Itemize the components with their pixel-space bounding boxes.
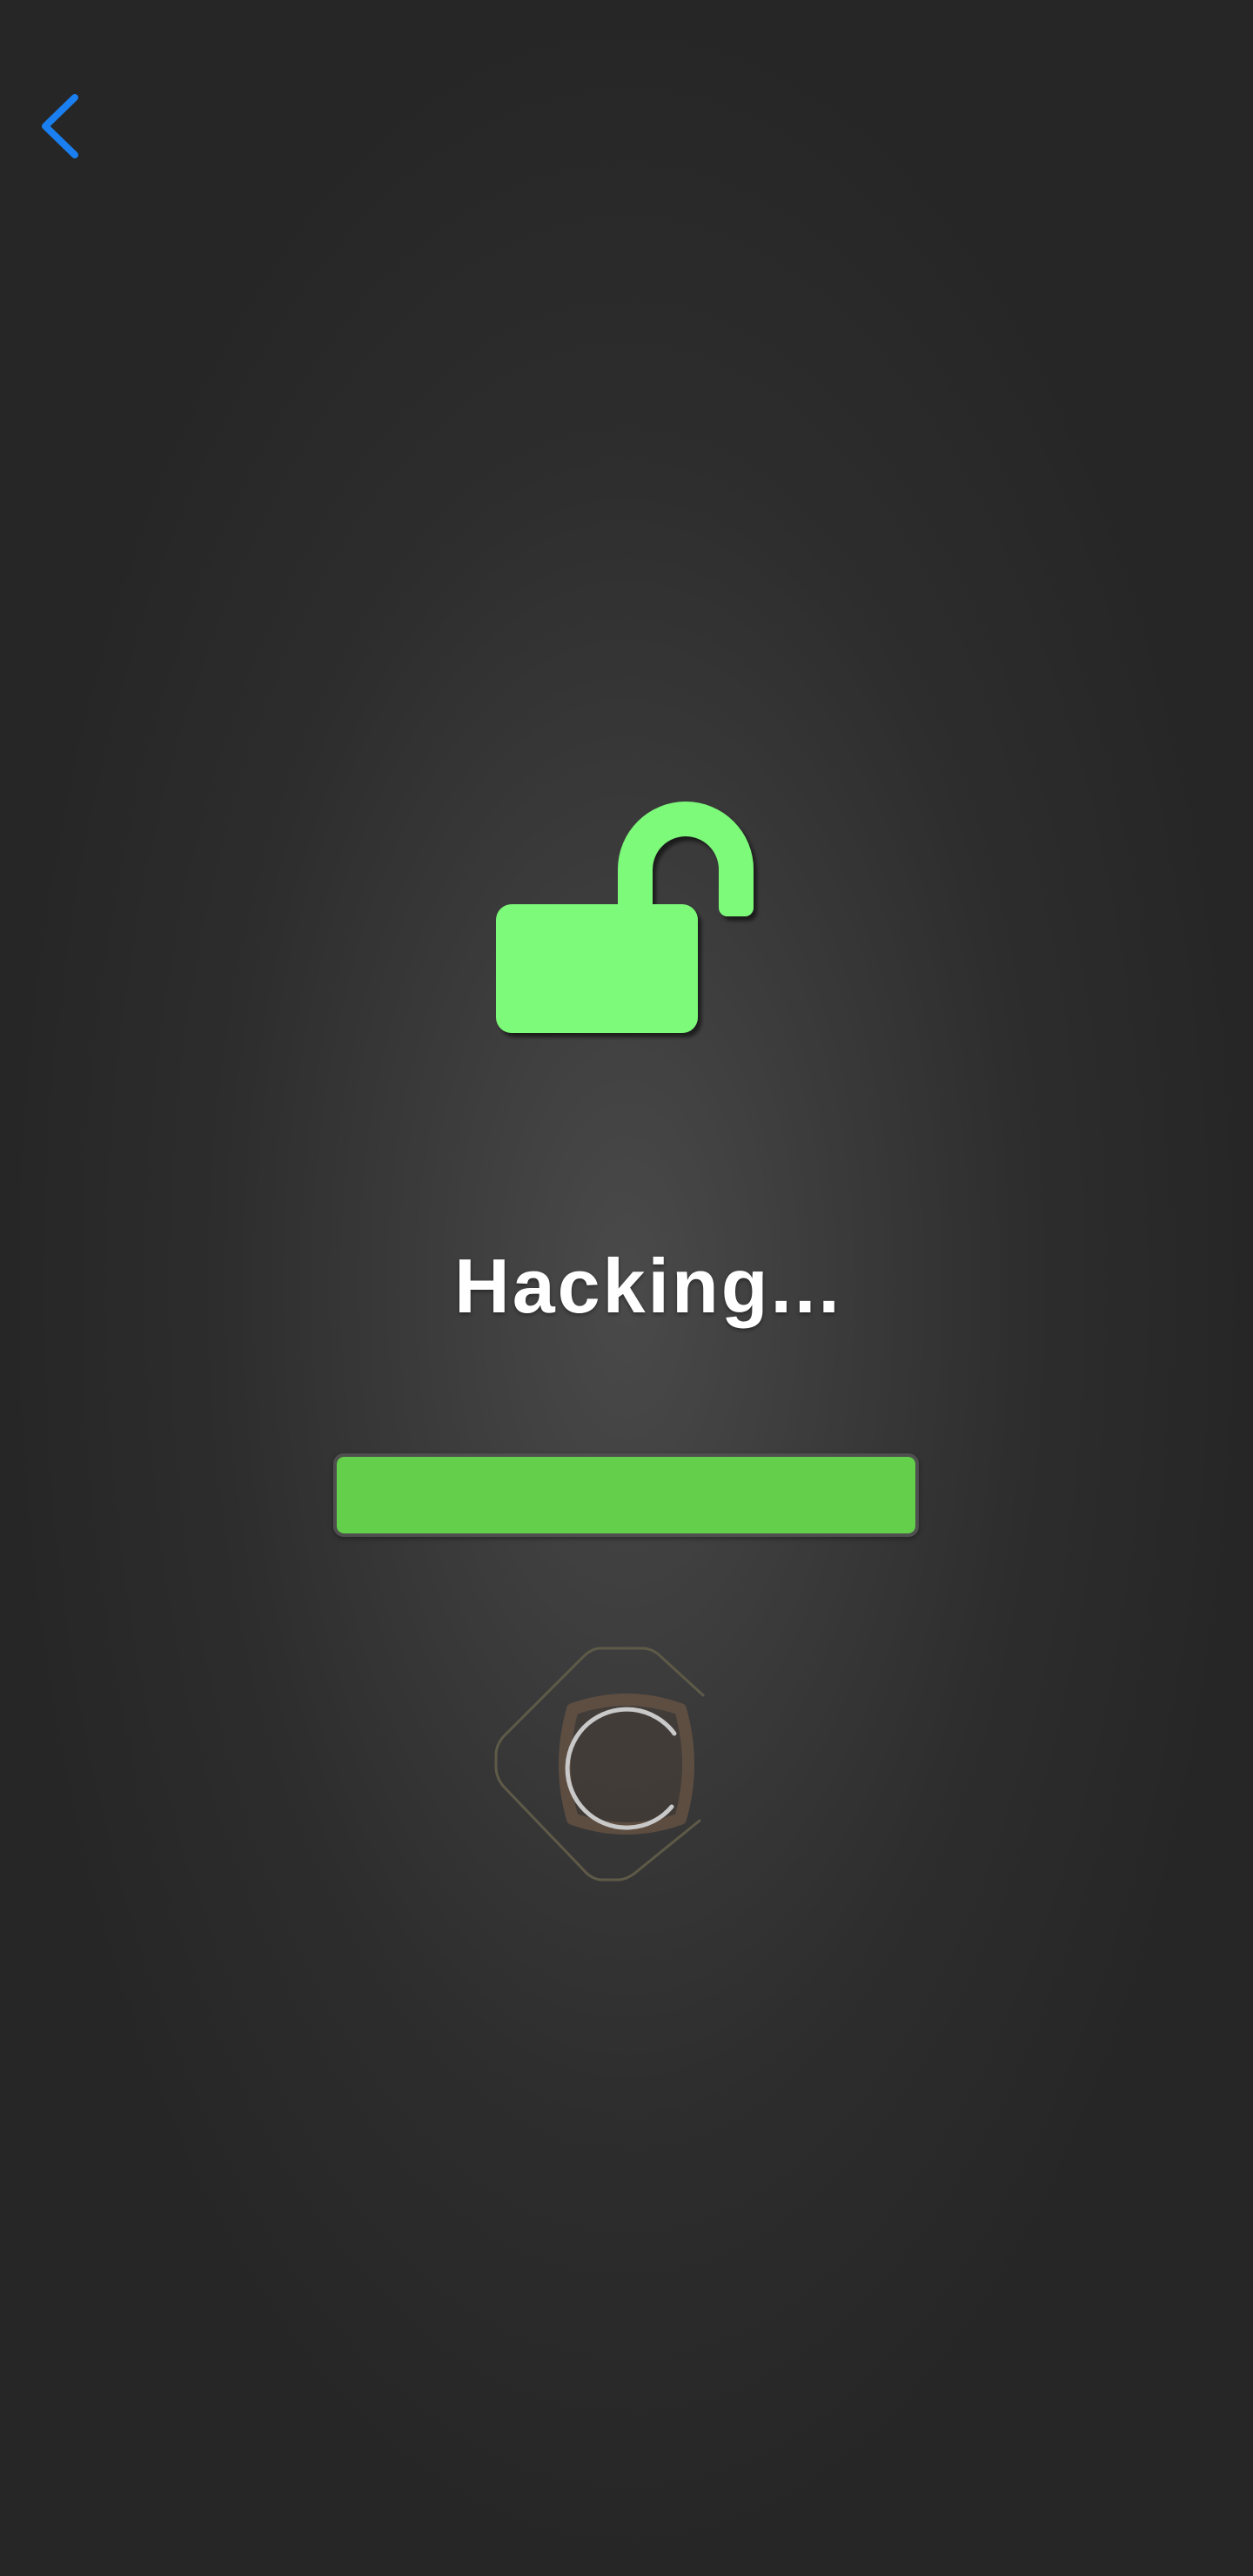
loading-spinner-icon [487, 1636, 766, 1915]
unlocked-padlock-icon [487, 796, 766, 1040]
back-button[interactable] [26, 83, 96, 170]
chevron-left-icon [42, 94, 78, 158]
status-title: Hacking... [454, 1243, 842, 1329]
progress-fill [337, 1457, 915, 1533]
progress-bar [333, 1453, 919, 1537]
